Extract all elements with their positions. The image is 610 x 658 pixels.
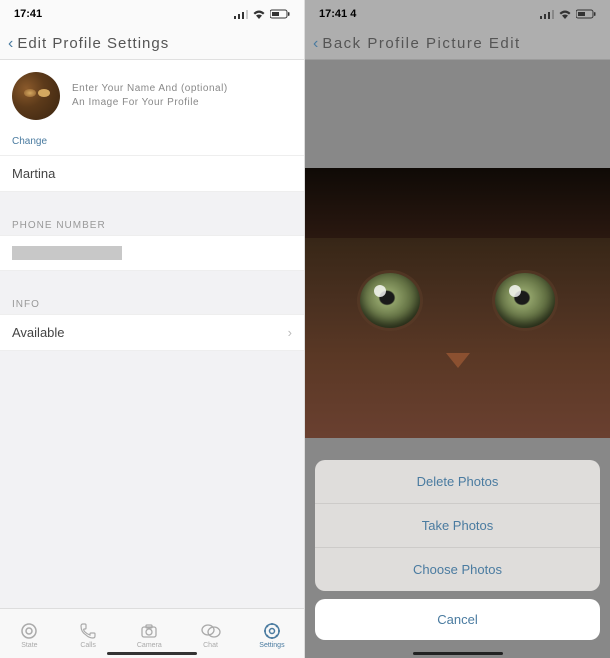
- choose-photos-button[interactable]: Choose Photos: [315, 548, 600, 591]
- back-button[interactable]: ‹: [313, 35, 318, 53]
- nav-header: ‹ Back Profile Picture Edit: [305, 28, 610, 60]
- tab-label: Chat: [203, 642, 218, 649]
- chat-icon: [201, 621, 221, 641]
- status-icons: [234, 9, 290, 19]
- phone-number-row[interactable]: [0, 235, 304, 271]
- tab-chat[interactable]: Chat: [201, 621, 221, 649]
- action-sheet-options: Delete Photos Take Photos Choose Photos: [315, 460, 600, 591]
- wifi-icon: [252, 9, 266, 19]
- profile-hint: Enter Your Name And (optional) An Image …: [72, 82, 228, 110]
- phone-icon: [78, 621, 98, 641]
- info-section-label: INFO: [0, 293, 304, 314]
- nav-title: Back Profile Picture Edit: [322, 35, 520, 52]
- profile-section: Enter Your Name And (optional) An Image …: [0, 60, 304, 132]
- circle-icon: [19, 621, 39, 641]
- status-time: 17:41 4: [319, 8, 356, 20]
- avatar[interactable]: [12, 72, 60, 120]
- info-value: Available: [12, 325, 65, 340]
- info-row[interactable]: Available ›: [0, 314, 304, 351]
- tab-label: State: [21, 642, 37, 649]
- nav-header: ‹ Edit Profile Settings: [0, 28, 304, 60]
- phone-number-redacted: [12, 246, 122, 260]
- name-input[interactable]: Martina: [0, 156, 304, 192]
- edit-profile-screen: 17:41 ‹ Edit Profile Settings Enter Your…: [0, 0, 305, 658]
- camera-icon: [139, 621, 159, 641]
- status-time: 17:41: [14, 8, 42, 20]
- home-indicator[interactable]: [107, 652, 197, 655]
- profile-picture-edit-screen: 17:41 4 ‹ Back Profile Picture Edit Dele…: [305, 0, 610, 658]
- battery-icon: [576, 9, 596, 19]
- tab-state[interactable]: State: [19, 621, 39, 649]
- delete-photos-button[interactable]: Delete Photos: [315, 460, 600, 504]
- back-button[interactable]: ‹: [8, 35, 13, 53]
- tab-camera[interactable]: Camera: [137, 621, 162, 649]
- chevron-right-icon: ›: [288, 325, 292, 340]
- take-photos-button[interactable]: Take Photos: [315, 504, 600, 548]
- action-sheet: Delete Photos Take Photos Choose Photos …: [315, 460, 600, 640]
- tab-settings[interactable]: Settings: [259, 621, 284, 649]
- tab-label: Camera: [137, 642, 162, 649]
- profile-hint-line1: Enter Your Name And (optional): [72, 82, 228, 96]
- profile-hint-line2: An Image For Your Profile: [72, 96, 228, 110]
- battery-icon: [270, 9, 290, 19]
- signal-icon: [234, 9, 248, 19]
- tab-calls[interactable]: Calls: [78, 621, 98, 649]
- wifi-icon: [558, 9, 572, 19]
- tab-label: Settings: [259, 642, 284, 649]
- status-icons: [540, 9, 596, 19]
- change-photo-link[interactable]: Change: [0, 132, 304, 156]
- tab-bar: State Calls Camera Chat Settings: [0, 608, 304, 658]
- profile-picture-preview: [305, 168, 610, 438]
- nav-title: Edit Profile Settings: [17, 35, 169, 52]
- gear-icon: [262, 621, 282, 641]
- cancel-button[interactable]: Cancel: [315, 599, 600, 640]
- tab-label: Calls: [80, 642, 96, 649]
- status-bar: 17:41: [0, 0, 304, 28]
- home-indicator[interactable]: [413, 652, 503, 655]
- status-bar: 17:41 4: [305, 0, 610, 28]
- phone-section-label: PHONE NUMBER: [0, 214, 304, 235]
- signal-icon: [540, 9, 554, 19]
